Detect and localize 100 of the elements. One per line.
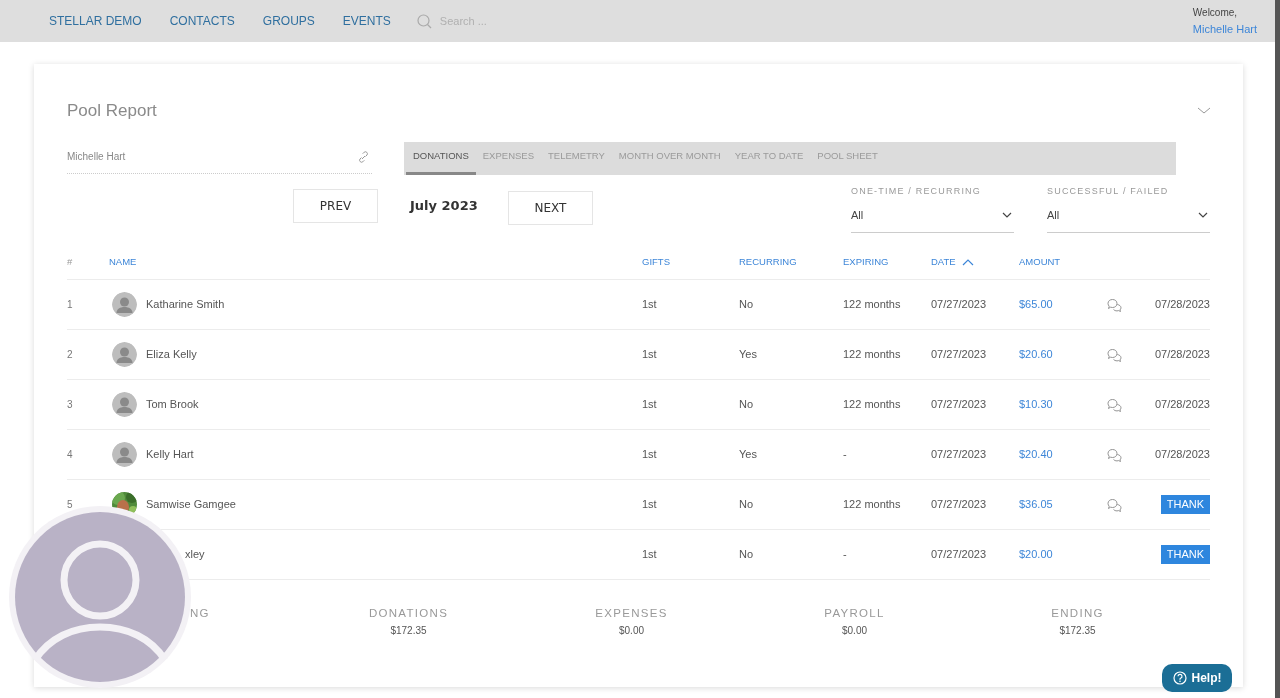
column-header[interactable]: AMOUNT [1019,255,1061,270]
table-cell-text: No [739,497,755,513]
filter-select[interactable]: All [851,209,1014,233]
contact-name[interactable]: Katharine Smith [146,296,225,313]
sort-icon[interactable] [961,259,974,266]
amount-link[interactable]: $20.40 [1019,446,1107,463]
help-icon [1172,671,1187,685]
contact-name[interactable]: Tom Brook [146,396,199,413]
comments-icon[interactable] [1107,447,1122,462]
summary-label: EXPENSES [595,606,668,621]
table-cell-text: 122 months [843,347,902,363]
report-tab[interactable]: YEAR TO DATE [727,141,811,175]
table-cell-text: 07/28/2023 [1154,347,1210,363]
amount-link[interactable]: $10.30 [1019,396,1107,413]
column-header: # [67,255,73,270]
report-tab[interactable]: TELEMETRY [541,141,612,175]
summary-value: $172.35 [390,624,427,639]
column-header[interactable]: GIFTS [642,255,670,270]
table-cell-text: 122 months [843,297,902,313]
filter-select[interactable]: All [1047,209,1210,233]
table-cell-text: - [843,547,848,563]
column-header[interactable]: DATE [931,255,956,270]
table-cell-text: 07/27/2023 [931,347,988,363]
column-header[interactable]: NAME [109,255,137,270]
comments-icon[interactable] [1107,497,1122,512]
period-label: July 2023 [410,197,479,216]
user-link[interactable]: Michelle Hart [1192,21,1257,37]
avatar-icon [112,342,137,367]
filter-label: SUCCESSFUL / FAILED [1047,184,1170,198]
table-cell-text: 07/28/2023 [1154,447,1210,463]
chevron-icon[interactable] [1197,106,1211,115]
table-cell-text: 122 months [843,497,902,513]
table-cell-text: No [739,397,755,413]
row-number: 1 [67,299,73,311]
row-number: 5 [67,499,73,511]
avatar-icon [112,392,137,417]
chevron-icon [1198,212,1208,219]
table-cell-text: - [843,447,848,463]
summary-label: NG [190,606,210,621]
contact-name[interactable]: Kelly Hart [146,446,194,463]
help-button[interactable]: Help! [1162,664,1232,692]
contact-name[interactable]: Samwise Gamgee [146,496,236,513]
report-tab[interactable]: POOL SHEET [810,141,885,175]
report-tab[interactable]: EXPENSES [475,141,541,175]
table-cell-text: 07/27/2023 [931,297,988,313]
summary-value: $0.00 [842,624,867,639]
contact-name[interactable]: Eliza Kelly [146,346,197,363]
nav-link[interactable]: STELLAR DEMO [49,12,142,30]
amount-link[interactable]: $65.00 [1019,296,1107,313]
table-cell-text: No [739,547,755,563]
table-cell-text: 1st [642,347,658,363]
thank-button[interactable]: THANK [1160,495,1210,514]
table-cell-text: No [739,297,755,313]
link-icon[interactable] [357,150,369,163]
report-tab[interactable]: MONTH OVER MONTH [611,141,728,175]
contact-name[interactable]: xley [185,546,205,563]
summary-label: DONATIONS [368,606,449,621]
table-cell-text: 1st [642,397,658,413]
nav-link[interactable]: CONTACTS [169,12,235,30]
column-header[interactable]: RECURRING [739,255,797,270]
report-tab[interactable]: DONATIONS [406,141,476,175]
table-cell-text: 1st [642,447,658,463]
summary-label: PAYROLL [824,606,885,621]
report-title: Pool Report [67,100,157,122]
table-cell-text: 1st [642,497,658,513]
welcome-text: Welcome, [1192,6,1238,20]
comments-icon[interactable] [1107,347,1122,362]
amount-link[interactable]: $20.00 [1019,546,1107,563]
search-icon [416,13,432,29]
avatar-icon [112,292,137,317]
table-cell-text: 07/27/2023 [931,547,988,563]
row-number: 3 [67,399,73,411]
comments-icon[interactable] [1107,297,1122,312]
table-cell-text: Yes [739,447,758,463]
table-cell-text: 1st [642,547,658,563]
table-cell-text: 07/27/2023 [931,397,988,413]
thank-button[interactable]: THANK [1160,545,1210,564]
row-number: 2 [67,349,73,361]
owner-name: Michelle Hart [67,150,127,164]
next-button[interactable]: NEXT [508,190,593,225]
table-cell-text: 122 months [843,397,902,413]
nav-link[interactable]: EVENTS [342,12,391,30]
table-cell-text: 07/28/2023 [1154,397,1210,413]
nav-link[interactable]: GROUPS [262,12,315,30]
amount-link[interactable]: $20.60 [1019,346,1107,363]
filter-label: ONE-TIME / RECURRING [851,184,982,198]
column-header[interactable]: EXPIRING [843,255,889,270]
summary-value: $172.35 [1059,624,1096,639]
prev-button[interactable]: PREV [293,189,378,223]
table-cell-text: 07/28/2023 [1154,297,1210,313]
summary-value: $0.00 [619,624,644,639]
table-cell-text: Yes [739,347,758,363]
comments-icon[interactable] [1107,397,1122,412]
row-number: 4 [67,449,73,461]
table-cell-text: 07/27/2023 [931,497,988,513]
avatar-icon [112,442,137,467]
table-cell-text: 1st [642,297,658,313]
chevron-icon [1002,212,1012,219]
table-cell-text: 07/27/2023 [931,447,988,463]
amount-link[interactable]: $36.05 [1019,496,1107,513]
